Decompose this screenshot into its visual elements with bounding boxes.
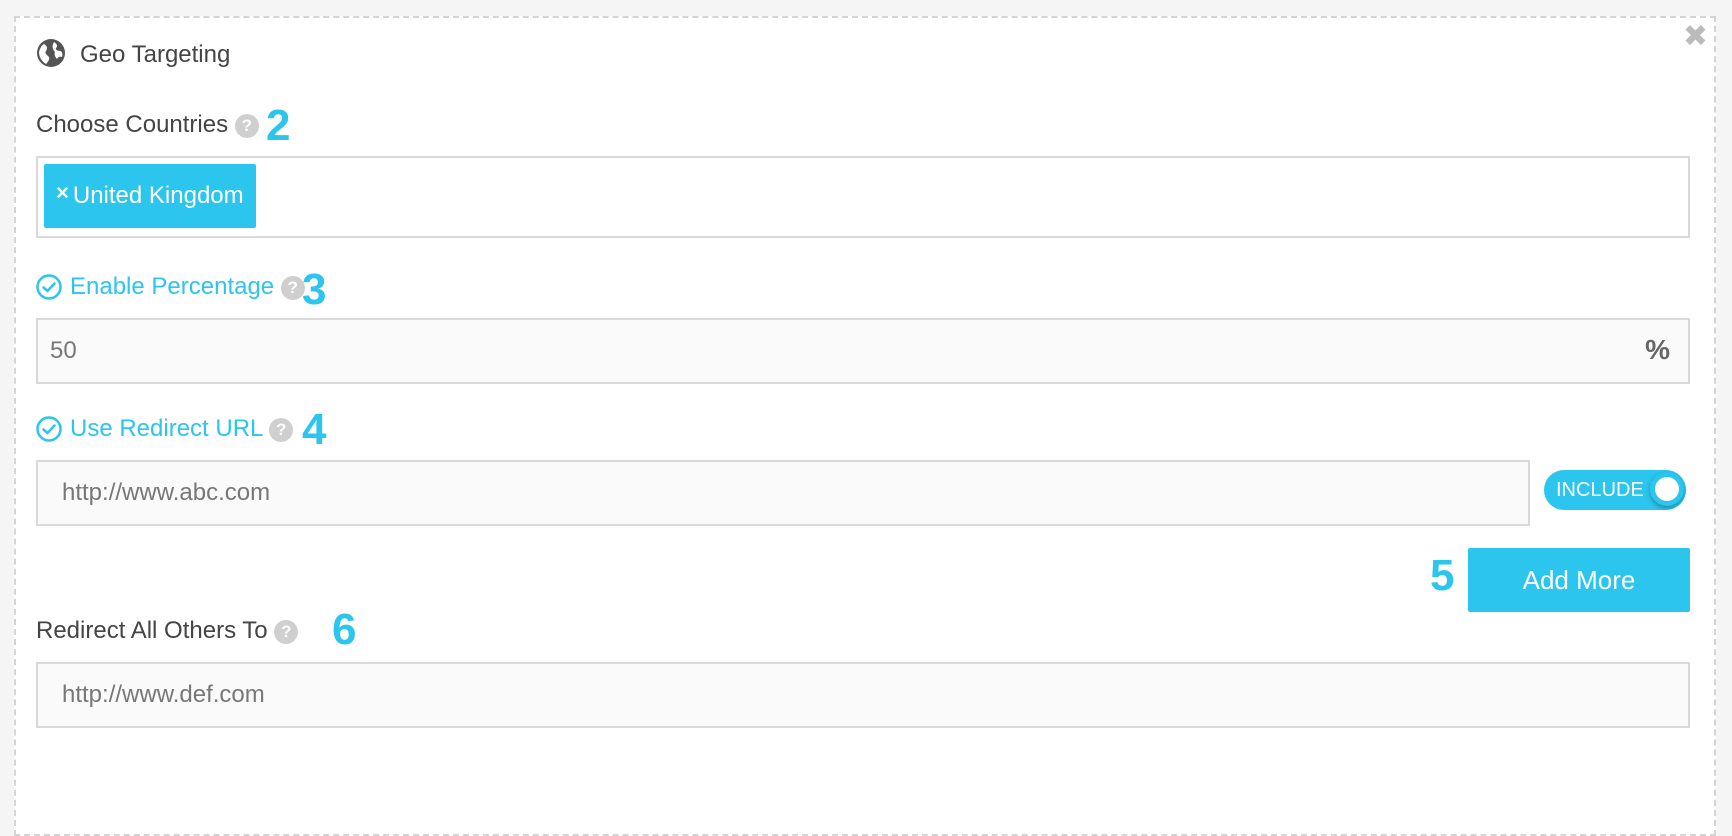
geo-targeting-panel: Geo Targeting ✖ Choose Countries ? 2 × Un… — [14, 16, 1716, 836]
enable-percentage-label[interactable]: Enable Percentage — [70, 273, 274, 300]
step-marker-2: 2 — [266, 101, 291, 150]
enable-percentage-label-row: Enable Percentage ? — [70, 272, 305, 302]
percent-suffix: % — [1645, 334, 1670, 365]
help-icon[interactable]: ? — [269, 417, 294, 442]
step-marker-6: 6 — [332, 605, 357, 654]
include-toggle-label: INCLUDE I — [1556, 479, 1655, 501]
globe-icon — [37, 39, 65, 67]
choose-countries-label-row: Choose Countries ? — [36, 110, 259, 140]
redirect-url-input[interactable]: http://www.abc.com — [36, 460, 1530, 526]
toggle-knob[interactable] — [1650, 472, 1684, 506]
percentage-input[interactable]: 50 % — [36, 318, 1690, 384]
redirect-url-value: http://www.abc.com — [62, 479, 271, 506]
use-redirect-url-label-row: Use Redirect URL ? — [70, 414, 294, 444]
use-redirect-url-label[interactable]: Use Redirect URL — [70, 415, 263, 442]
country-tag-label: United Kingdom — [72, 182, 244, 209]
help-icon[interactable]: ? — [274, 619, 299, 644]
close-icon[interactable]: ✖ — [1683, 22, 1708, 52]
step-marker-3: 3 — [302, 265, 327, 314]
redirect-others-input[interactable]: http://www.def.com — [36, 662, 1690, 728]
redirect-others-label: Redirect All Others To — [36, 617, 268, 644]
step-marker-5: 5 — [1430, 551, 1455, 600]
step-marker-4: 4 — [302, 405, 327, 454]
remove-tag-icon[interactable]: × — [56, 180, 69, 205]
choose-countries-label: Choose Countries — [36, 111, 229, 138]
redirect-others-label-row: Redirect All Others To ? — [36, 616, 299, 646]
country-tag[interactable]: × United Kingdom — [44, 164, 256, 228]
countries-select[interactable]: × United Kingdom — [36, 156, 1690, 238]
percentage-value: 50 — [50, 337, 77, 364]
help-icon[interactable]: ? — [234, 113, 259, 138]
redirect-others-value: http://www.def.com — [62, 681, 265, 708]
panel-title: Geo Targeting — [80, 41, 231, 68]
use-redirect-url-checkbox[interactable] — [36, 416, 62, 442]
enable-percentage-checkbox[interactable] — [36, 274, 62, 300]
add-more-button[interactable]: Add More — [1468, 548, 1690, 612]
